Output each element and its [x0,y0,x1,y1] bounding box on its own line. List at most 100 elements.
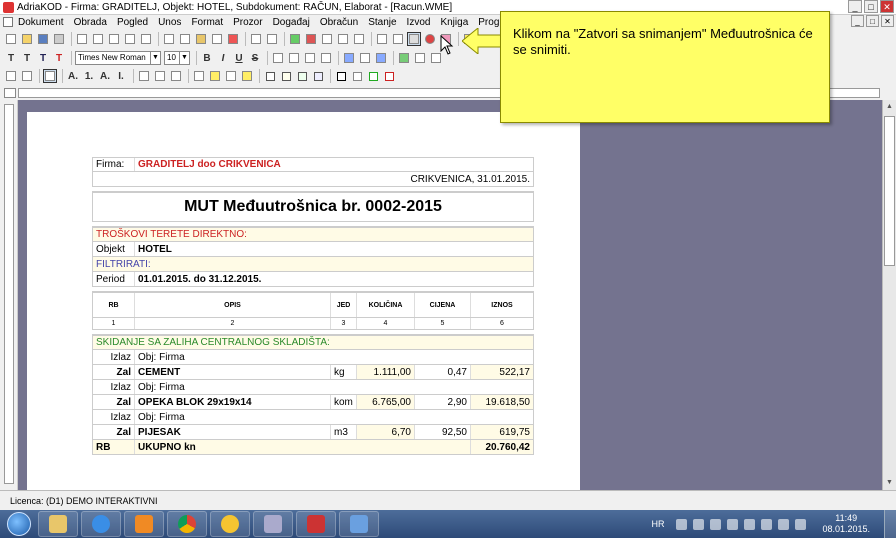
item-opis[interactable]: OPEKA BLOK 29x19x14 [135,395,331,409]
find-icon[interactable] [91,32,105,46]
valign-bottom-icon[interactable] [342,51,356,65]
print-icon[interactable] [52,32,66,46]
calc-icon[interactable] [352,32,366,46]
copy-icon[interactable] [178,32,192,46]
frame-fill-icon[interactable] [208,69,222,83]
taskbar-app-network[interactable] [253,511,293,537]
item-opis[interactable]: PIJESAK [135,425,331,439]
taskbar-app-sync[interactable] [339,511,379,537]
tray-icon[interactable] [761,518,773,530]
item-opis[interactable]: CEMENT [135,365,331,379]
objekt-value[interactable]: HOTEL [135,242,533,256]
period-value[interactable]: 01.01.2015. do 31.12.2015. [135,272,533,286]
paste-special-icon[interactable] [210,32,224,46]
menu-unos[interactable]: Unos [153,17,186,28]
style-icon[interactable] [4,69,18,83]
clock[interactable]: 11:49 08.01.2015. [822,513,870,535]
tray-icon[interactable] [710,518,722,530]
item-kolicina[interactable]: 1.111,00 [357,365,415,379]
text-style-2-button[interactable]: T [20,51,34,65]
taskbar-app-sun[interactable] [210,511,250,537]
minimize-button[interactable]: _ [848,0,862,13]
menu-dokument[interactable]: Dokument [13,17,69,28]
table-row[interactable]: Zal OPEKA BLOK 29x19x14 kom 6.765,00 2,9… [92,395,534,410]
paragraph-icon[interactable] [20,69,34,83]
border-gray-icon[interactable] [350,69,364,83]
lines-icon[interactable] [43,69,57,83]
close-with-save-icon[interactable] [407,32,421,46]
grid-icon[interactable] [375,32,389,46]
scroll-thumb[interactable] [884,116,895,266]
scroll-up-icon[interactable]: ▲ [883,100,896,114]
list-alpha-button[interactable]: A. [66,69,80,83]
pen-icon[interactable] [413,51,427,65]
list-alpha-2-button[interactable]: A. [98,69,112,83]
border-red-icon[interactable] [382,69,396,83]
item-kolicina[interactable]: 6.765,00 [357,395,415,409]
align-left-icon[interactable] [271,51,285,65]
close-button[interactable]: ✕ [880,0,894,13]
menu-stanje[interactable]: Stanje [363,17,401,28]
align-center-icon[interactable] [287,51,301,65]
font-size-select[interactable]: 10 ▼ [164,51,190,65]
frame-icon[interactable] [192,69,206,83]
align-right-icon[interactable] [303,51,317,65]
columns-icon[interactable] [139,32,153,46]
taskbar-ie[interactable] [81,511,121,537]
mdi-close-button[interactable]: ✕ [881,15,894,27]
menu-obrada[interactable]: Obrada [69,17,112,28]
indent-icon[interactable] [137,69,151,83]
scroll-down-icon[interactable]: ▼ [883,476,896,490]
save-icon[interactable] [36,32,50,46]
text-style-4-button[interactable]: T [52,51,66,65]
delete-icon[interactable] [226,32,240,46]
new-icon[interactable] [4,32,18,46]
menu-prozor[interactable]: Prozor [228,17,267,28]
font-name-select[interactable]: Times New Roman ▼ [75,51,161,65]
language-indicator[interactable]: HR [651,519,664,529]
preview-icon[interactable] [75,32,89,46]
item-cijena[interactable]: 2,90 [415,395,471,409]
redo-icon[interactable] [265,32,279,46]
maximize-button[interactable]: □ [864,0,878,13]
list-number-button[interactable]: 1. [82,69,96,83]
fill-color-icon[interactable] [397,51,411,65]
volume-icon[interactable] [778,518,790,530]
underline-button[interactable]: U [232,51,246,65]
taskbar-media[interactable] [124,511,164,537]
valign-middle-icon[interactable] [358,51,372,65]
cut-icon[interactable] [162,32,176,46]
vertical-scrollbar[interactable]: ▲ ▼ [882,100,896,490]
color-blue-icon[interactable] [311,69,325,83]
taskbar-explorer[interactable] [38,511,78,537]
show-desktop-button[interactable] [884,510,896,538]
refresh-icon[interactable] [288,32,302,46]
table-row[interactable]: Zal CEMENT kg 1.111,00 0,47 522,17 [92,365,534,380]
color-white-icon[interactable] [263,69,277,83]
firma-value[interactable]: GRADITELJ doo CRIKVENICA [135,158,533,171]
taskbar-chrome[interactable] [167,511,207,537]
tray-icon[interactable] [744,518,756,530]
document-icon[interactable] [3,17,13,27]
frame-alt-icon[interactable] [224,69,238,83]
menu-pogled[interactable]: Pogled [112,17,153,28]
undo-icon[interactable] [249,32,263,46]
bullets-icon[interactable] [169,69,183,83]
border-green-icon[interactable] [366,69,380,83]
mdi-minimize-button[interactable]: _ [851,15,864,27]
frame-yellow-icon[interactable] [240,69,254,83]
record-icon[interactable] [423,32,437,46]
color-green-icon[interactable] [295,69,309,83]
border-black-icon[interactable] [334,69,348,83]
mdi-restore-button[interactable]: □ [866,15,879,27]
bold-button[interactable]: B [200,51,214,65]
item-kolicina[interactable]: 6,70 [357,425,415,439]
italic-button[interactable]: I [216,51,230,65]
menu-knjiga[interactable]: Knjiga [435,17,473,28]
link-icon[interactable] [391,32,405,46]
zoom-icon[interactable] [107,32,121,46]
tray-icon[interactable] [676,518,688,530]
form-icon[interactable] [320,32,334,46]
valign-top-icon[interactable] [374,51,388,65]
outdent-icon[interactable] [153,69,167,83]
